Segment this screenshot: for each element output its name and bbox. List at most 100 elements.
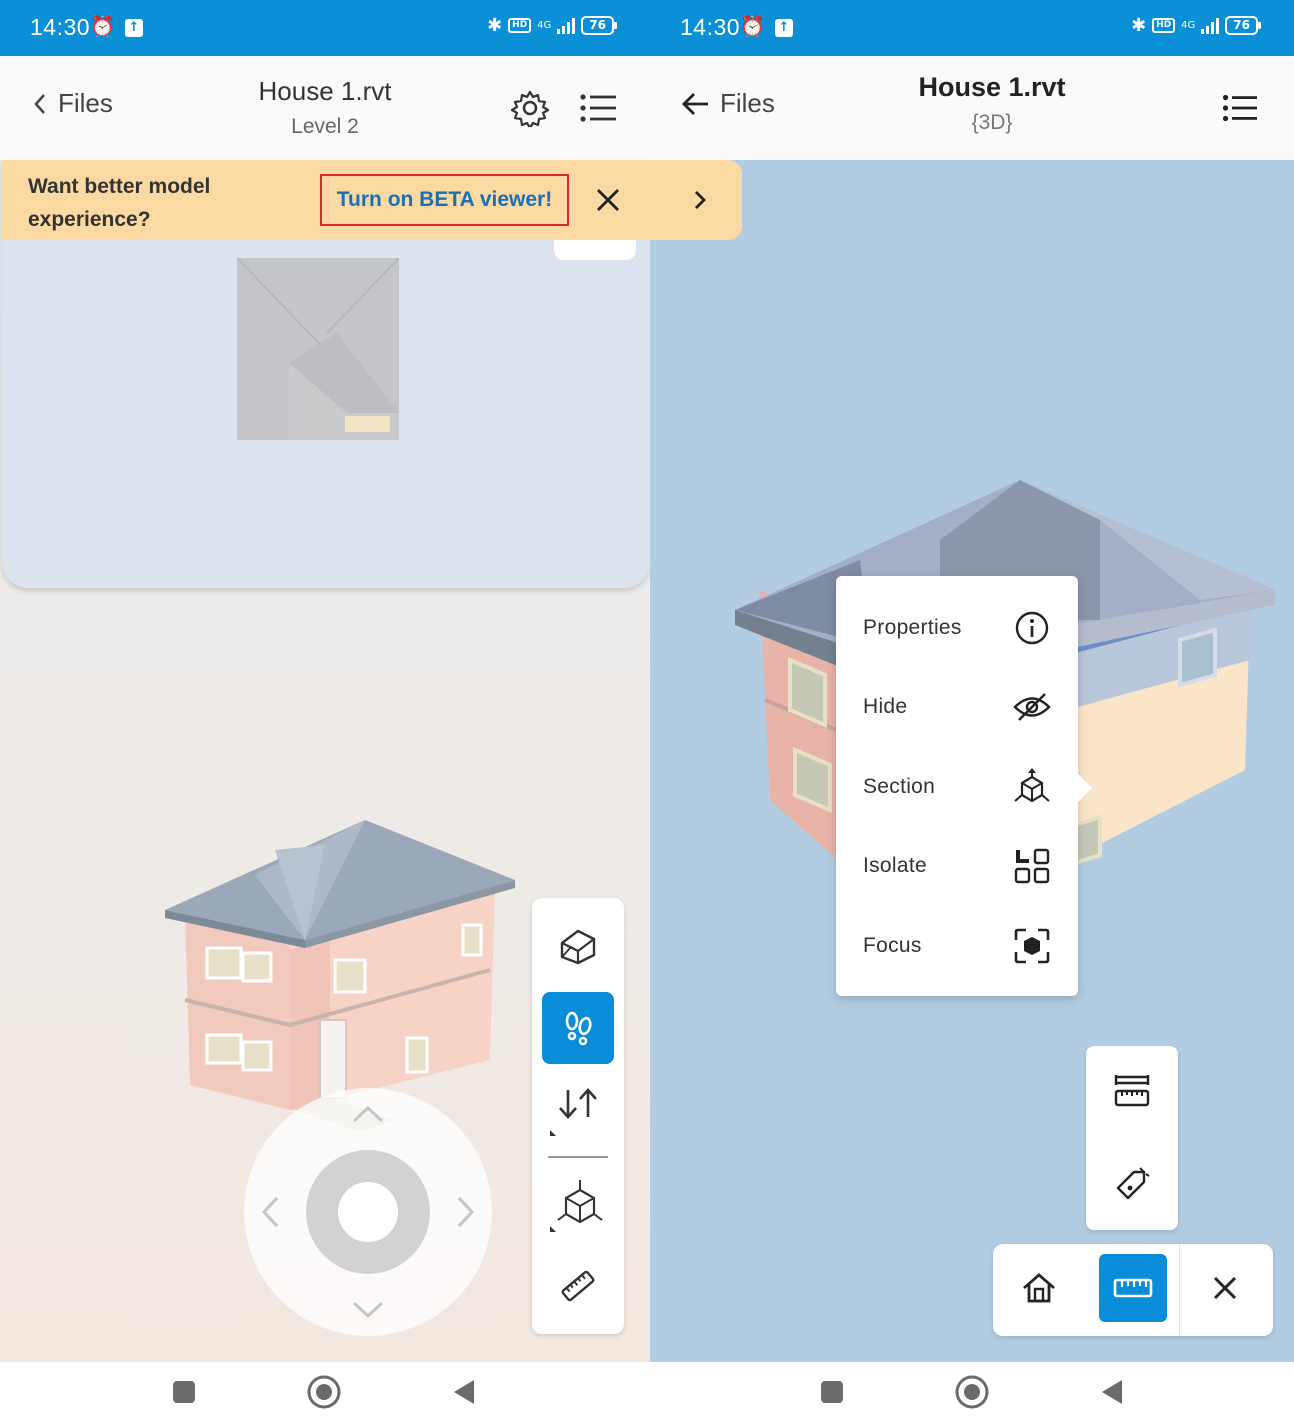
battery-icon: 76 bbox=[1225, 16, 1261, 35]
arrow-left-icon bbox=[682, 92, 708, 115]
close-icon bbox=[1213, 1276, 1237, 1300]
navigation-joystick[interactable] bbox=[244, 1088, 492, 1336]
joystick-down[interactable] bbox=[350, 1292, 386, 1328]
square-icon bbox=[173, 1381, 195, 1403]
ruler-icon bbox=[561, 1270, 595, 1302]
page-subtitle: {3D} bbox=[971, 111, 1013, 134]
measure-distance-button[interactable] bbox=[1096, 1056, 1168, 1128]
context-menu: Properties Hide Section Isolate Focus bbox=[836, 576, 1092, 996]
signal-icon bbox=[557, 17, 576, 34]
network-type: 4G bbox=[537, 20, 552, 31]
square-icon bbox=[821, 1381, 843, 1403]
back-label: Files bbox=[58, 88, 113, 118]
settings-button[interactable] bbox=[510, 88, 550, 128]
back-nav-button[interactable] bbox=[1092, 1372, 1132, 1412]
up-down-button[interactable] bbox=[542, 1074, 614, 1146]
chevron-up-icon bbox=[352, 1105, 384, 1123]
status-bar: 14:30 ⏰ ↑ ✱ HD 4G 76 bbox=[0, 0, 650, 56]
beta-viewer-link[interactable]: Turn on BETA viewer! bbox=[320, 174, 569, 226]
menu-item-hide[interactable]: Hide bbox=[836, 668, 1078, 748]
back-button[interactable]: Files bbox=[32, 88, 113, 119]
viewer-toolbar bbox=[532, 898, 624, 1334]
menu-list-button[interactable] bbox=[1220, 88, 1260, 128]
back-nav-button[interactable] bbox=[444, 1372, 484, 1412]
joystick-ring[interactable] bbox=[306, 1150, 430, 1274]
close-tool-button[interactable] bbox=[1191, 1254, 1259, 1322]
triangle-back-icon bbox=[1102, 1380, 1122, 1404]
section-box-button[interactable] bbox=[542, 1170, 614, 1242]
ruler-icon bbox=[1113, 1278, 1153, 1298]
back-button[interactable]: Files bbox=[680, 88, 775, 119]
chevron-right-icon bbox=[457, 1196, 475, 1228]
page-title: House 1.rvt bbox=[918, 72, 1066, 102]
ruler-distance-icon bbox=[1114, 1075, 1150, 1107]
app-header: Files House 1.rvt {3D} bbox=[650, 56, 1294, 160]
home-button[interactable] bbox=[1005, 1254, 1073, 1322]
menu-item-isolate[interactable]: Isolate bbox=[836, 827, 1078, 907]
isolate-icon bbox=[1012, 846, 1052, 886]
upload-icon: ↑ bbox=[124, 19, 143, 37]
right-screen: 14:30 ⏰ ↑ ✱ HD 4G 76 Files House 1.rvt {3… bbox=[650, 0, 1294, 1362]
status-bar: 14:30 ⏰ ↑ ✱ HD 4G 76 bbox=[650, 0, 1294, 56]
recents-button[interactable] bbox=[164, 1372, 204, 1412]
menu-item-label: Properties bbox=[863, 615, 962, 639]
bluetooth-icon: ✱ bbox=[487, 15, 503, 36]
banner-close-button[interactable] bbox=[590, 182, 626, 218]
measure-tool-button[interactable] bbox=[1099, 1254, 1167, 1322]
status-time: 14:30 bbox=[30, 14, 91, 40]
walk-mode-button[interactable] bbox=[542, 992, 614, 1064]
focus-icon bbox=[1012, 926, 1052, 966]
3d-view-button[interactable] bbox=[542, 910, 614, 982]
menu-item-properties[interactable]: Properties bbox=[836, 588, 1078, 668]
eye-off-icon bbox=[1012, 687, 1052, 727]
volte-icon: HD bbox=[1152, 18, 1176, 33]
volte-icon: HD bbox=[508, 18, 532, 33]
upload-icon: ↑ bbox=[774, 19, 793, 37]
list-icon bbox=[580, 94, 616, 122]
measure-panel bbox=[1086, 1046, 1178, 1230]
status-left-icons: ⏰ ↑ bbox=[90, 14, 143, 38]
beta-banner-text: Want better model experience? bbox=[28, 175, 211, 231]
up-down-arrows-icon bbox=[550, 1088, 597, 1136]
recents-button[interactable] bbox=[812, 1372, 852, 1412]
menu-item-section[interactable]: Section bbox=[836, 747, 1078, 827]
minimap-handle[interactable] bbox=[554, 240, 636, 260]
home-nav-button[interactable] bbox=[952, 1372, 992, 1412]
menu-item-focus[interactable]: Focus bbox=[836, 906, 1078, 986]
back-label: Files bbox=[720, 88, 775, 118]
box-3d-icon bbox=[560, 929, 596, 965]
app-header: Files House 1.rvt Level 2 bbox=[0, 56, 650, 160]
triangle-back-icon bbox=[454, 1380, 474, 1404]
menu-item-label: Section bbox=[863, 774, 936, 798]
chevron-left-icon bbox=[261, 1196, 279, 1228]
alarm-off-icon: ⏰ bbox=[740, 14, 765, 38]
beta-banner: Want better model experience? Turn on BE… bbox=[2, 160, 742, 240]
joystick-up[interactable] bbox=[350, 1096, 386, 1132]
bluetooth-icon: ✱ bbox=[1131, 15, 1147, 36]
status-left-icons: ⏰ ↑ bbox=[740, 14, 793, 38]
model-viewer[interactable]: Properties Hide Section Isolate Focus bbox=[650, 160, 1294, 1362]
gear-icon bbox=[511, 90, 549, 127]
chevron-left-icon bbox=[34, 93, 45, 114]
model-viewer[interactable] bbox=[0, 160, 650, 1362]
joystick-right[interactable] bbox=[448, 1194, 484, 1230]
joystick-knob[interactable] bbox=[338, 1182, 398, 1242]
floor-plan-image bbox=[237, 258, 399, 440]
battery-icon: 76 bbox=[581, 16, 617, 35]
bottom-toolbar bbox=[993, 1244, 1273, 1336]
menu-item-label: Hide bbox=[863, 695, 908, 719]
toolbar-separator bbox=[1179, 1244, 1180, 1336]
signal-icon bbox=[1201, 17, 1220, 34]
toolbar-divider bbox=[548, 1156, 608, 1158]
measure-button[interactable] bbox=[542, 1250, 614, 1322]
measure-tag-button[interactable] bbox=[1096, 1148, 1168, 1220]
menu-item-label: Isolate bbox=[863, 854, 927, 878]
status-right-icons: ✱ HD 4G 76 bbox=[1131, 15, 1261, 36]
circle-icon bbox=[307, 1375, 341, 1409]
status-time: 14:30 bbox=[680, 14, 741, 40]
system-nav-bar bbox=[0, 1362, 1294, 1418]
home-nav-button[interactable] bbox=[304, 1372, 344, 1412]
banner-next-button[interactable] bbox=[682, 182, 718, 218]
joystick-left[interactable] bbox=[252, 1194, 288, 1230]
menu-list-button[interactable] bbox=[578, 88, 618, 128]
